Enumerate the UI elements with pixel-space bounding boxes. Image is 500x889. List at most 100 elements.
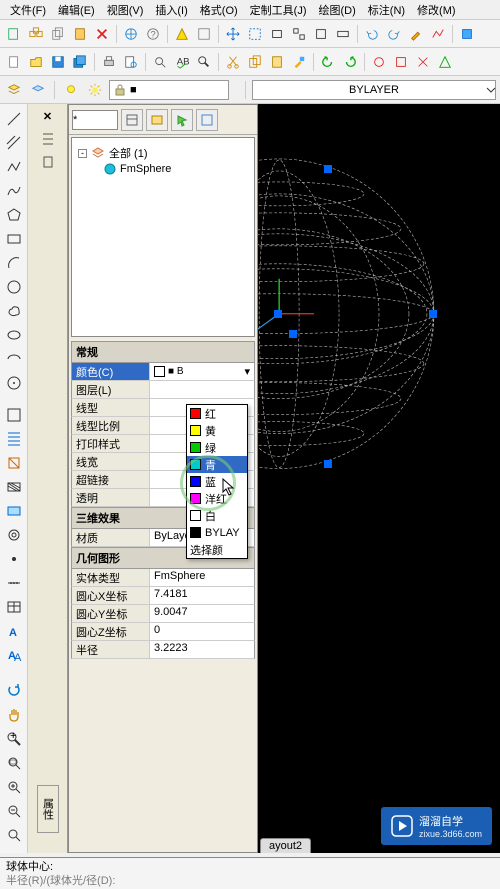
filter-input[interactable] bbox=[72, 110, 118, 130]
menu-annotate[interactable]: 标注(N) bbox=[362, 0, 411, 20]
hatch-tool[interactable] bbox=[3, 428, 25, 450]
layer-manager-button[interactable] bbox=[4, 80, 24, 100]
grip-bottom[interactable] bbox=[324, 460, 332, 468]
arc-tool[interactable] bbox=[3, 252, 25, 274]
new-button[interactable] bbox=[4, 52, 24, 72]
menu-draw[interactable]: 绘图(D) bbox=[313, 0, 362, 20]
quick-select-button[interactable] bbox=[146, 109, 168, 131]
snap2-button[interactable] bbox=[391, 52, 411, 72]
section-general[interactable]: 常规 bbox=[71, 341, 255, 363]
undo-button[interactable] bbox=[362, 24, 382, 44]
prop-transparency-label[interactable]: 透明 bbox=[72, 489, 150, 506]
grip-front[interactable] bbox=[289, 330, 297, 338]
paste2-button[interactable] bbox=[267, 52, 287, 72]
block-button[interactable] bbox=[457, 24, 477, 44]
snap3-button[interactable] bbox=[413, 52, 433, 72]
zoom-extents-tool[interactable] bbox=[3, 824, 25, 846]
menu-file[interactable]: 文件(F) bbox=[4, 0, 52, 20]
tree-root-row[interactable]: - 全部 (1) bbox=[78, 144, 248, 162]
prop-color-value[interactable]: ■ B▾ bbox=[150, 363, 254, 380]
grip-top[interactable] bbox=[324, 165, 332, 173]
select-button[interactable] bbox=[245, 24, 265, 44]
xline-tool[interactable] bbox=[3, 132, 25, 154]
prop-cy-value[interactable]: 9.0047 bbox=[150, 605, 254, 622]
properties-tab[interactable]: 属性 bbox=[37, 785, 59, 833]
divide-tool[interactable] bbox=[3, 572, 25, 594]
open-button[interactable] bbox=[26, 52, 46, 72]
prop-hyperlink-label[interactable]: 超链接 bbox=[72, 471, 150, 488]
circle-tool[interactable] bbox=[3, 276, 25, 298]
menu-modify[interactable]: 修改(M) bbox=[411, 0, 462, 20]
spellcheck-button[interactable]: ABC bbox=[172, 52, 192, 72]
model-viewport[interactable] bbox=[258, 104, 500, 853]
rectangle-tool[interactable] bbox=[3, 228, 25, 250]
close-panel-button[interactable]: ✕ bbox=[43, 110, 52, 123]
zoom-window-tool[interactable] bbox=[3, 752, 25, 774]
polygon-tool[interactable] bbox=[3, 204, 25, 226]
rect3-button[interactable] bbox=[333, 24, 353, 44]
rect-button[interactable] bbox=[267, 24, 287, 44]
menu-view[interactable]: 视图(V) bbox=[101, 0, 150, 20]
color-option-黄[interactable]: 黄 bbox=[187, 422, 247, 439]
bulb-icon[interactable] bbox=[61, 80, 81, 100]
revcloud-tool[interactable] bbox=[3, 300, 25, 322]
matchprop-button[interactable] bbox=[289, 52, 309, 72]
saveall-button[interactable] bbox=[70, 52, 90, 72]
color-option-选择颜[interactable]: 选择颜 bbox=[187, 541, 247, 558]
spline-tool[interactable] bbox=[3, 180, 25, 202]
prop-layer-label[interactable]: 图层(L) bbox=[72, 381, 150, 398]
point-tool[interactable] bbox=[3, 548, 25, 570]
redo2-button[interactable] bbox=[340, 52, 360, 72]
cut-button[interactable] bbox=[223, 52, 243, 72]
prop-cz-value[interactable]: 0 bbox=[150, 623, 254, 640]
layer-dropdown[interactable]: ■ bbox=[109, 80, 229, 100]
refresh-tool[interactable] bbox=[3, 680, 25, 702]
table-tool[interactable] bbox=[3, 596, 25, 618]
menu-format[interactable]: 格式(O) bbox=[194, 0, 244, 20]
prop-cx-value[interactable]: 7.4181 bbox=[150, 587, 254, 604]
linetype-dropdown[interactable]: BYLAYER bbox=[252, 80, 496, 100]
selection-tree[interactable]: - 全部 (1) FmSphere bbox=[71, 137, 255, 337]
zoom-realtime-tool[interactable]: + bbox=[3, 728, 25, 750]
color-option-绿[interactable]: 绿 bbox=[187, 439, 247, 456]
copy-nested-button[interactable] bbox=[26, 24, 46, 44]
prop-color-label[interactable]: 颜色(C) bbox=[72, 363, 150, 380]
text-tool[interactable]: AA bbox=[3, 644, 25, 666]
mtext-tool[interactable]: A bbox=[3, 620, 25, 642]
prop-plotstyle-label[interactable]: 打印样式 bbox=[72, 435, 150, 452]
command-line[interactable]: 球体中心: 半径(R)/(球体光/径(D): bbox=[0, 857, 500, 889]
grip-center[interactable] bbox=[274, 310, 282, 318]
print-button[interactable] bbox=[99, 52, 119, 72]
filter-toggle-button[interactable] bbox=[121, 109, 143, 131]
delete-button[interactable] bbox=[92, 24, 112, 44]
pan-tool[interactable] bbox=[3, 704, 25, 726]
zoom-in-tool[interactable] bbox=[3, 776, 25, 798]
pickadd-button[interactable] bbox=[196, 109, 218, 131]
prop-layer-value[interactable] bbox=[150, 381, 254, 398]
rect2-button[interactable] bbox=[311, 24, 331, 44]
print-preview-button[interactable] bbox=[121, 52, 141, 72]
color-option-白[interactable]: 白 bbox=[187, 507, 247, 524]
hide-panel-button[interactable] bbox=[40, 131, 56, 147]
select-objects-button[interactable] bbox=[171, 109, 193, 131]
color-option-BYLAY[interactable]: BYLAY bbox=[187, 524, 247, 541]
pline-tool[interactable] bbox=[3, 156, 25, 178]
zoom-out-tool[interactable] bbox=[3, 800, 25, 822]
paste-button[interactable] bbox=[70, 24, 90, 44]
help-button[interactable]: ? bbox=[143, 24, 163, 44]
make-block-tool[interactable] bbox=[3, 452, 25, 474]
color-option-红[interactable]: 红 bbox=[187, 405, 247, 422]
prop-material-label[interactable]: 材质 bbox=[72, 529, 150, 546]
prop-lineweight-label[interactable]: 线宽 bbox=[72, 453, 150, 470]
chevron-down-icon[interactable]: ▾ bbox=[244, 365, 250, 378]
tree-item-row[interactable]: FmSphere bbox=[104, 162, 248, 176]
layer-prev-button[interactable] bbox=[28, 80, 48, 100]
redo-button[interactable] bbox=[384, 24, 404, 44]
copy2-button[interactable] bbox=[245, 52, 265, 72]
gradient-tool[interactable] bbox=[3, 476, 25, 498]
prop-ltscale-label[interactable]: 线型比例 bbox=[72, 417, 150, 434]
tab-layout2[interactable]: ayout2 bbox=[260, 838, 311, 853]
collapse-icon[interactable]: - bbox=[78, 149, 87, 158]
undo2-button[interactable] bbox=[318, 52, 338, 72]
properties-button[interactable] bbox=[194, 24, 214, 44]
